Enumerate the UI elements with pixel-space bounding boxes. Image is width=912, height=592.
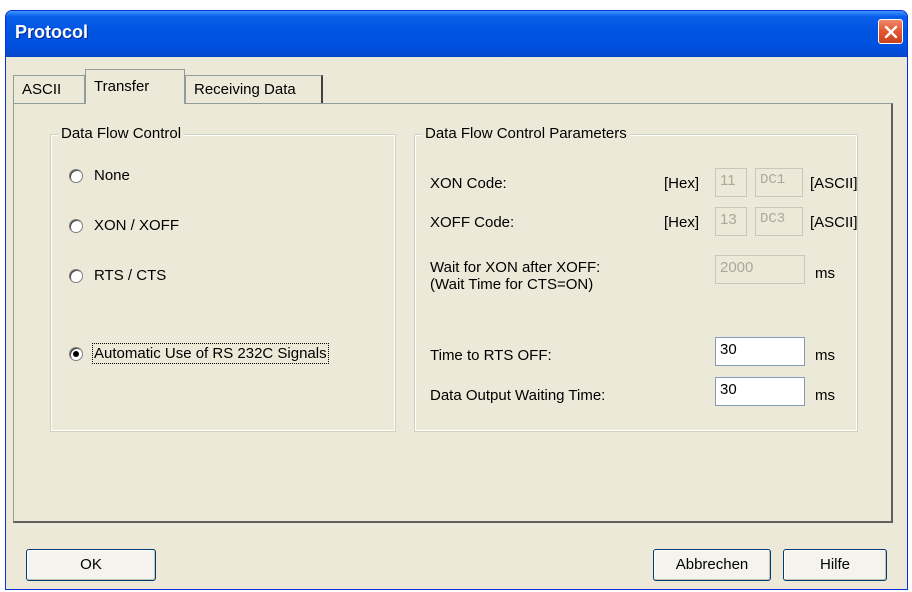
- output-wait-unit: ms: [815, 387, 835, 404]
- title-bar[interactable]: Protocol: [6, 11, 907, 57]
- radio-automatic-rs232c-indicator[interactable]: [69, 347, 83, 361]
- tab-strip: ASCII Transfer Receiving Data: [13, 69, 893, 104]
- data-flow-control-legend: Data Flow Control: [58, 125, 185, 142]
- wait-xon-field: 2000: [715, 255, 805, 284]
- data-flow-control-group: Data Flow Control None XON / XOFF RTS / …: [50, 125, 396, 432]
- xon-ascii-field: DC1: [755, 168, 803, 197]
- radio-rts-cts-label[interactable]: RTS / CTS: [94, 267, 166, 284]
- data-flow-control-parameters-group: Data Flow Control Parameters XON Code: […: [414, 125, 858, 432]
- radio-xon-xoff-indicator[interactable]: [69, 219, 83, 233]
- close-button[interactable]: [878, 19, 903, 44]
- help-button[interactable]: Hilfe: [783, 549, 887, 581]
- cancel-button[interactable]: Abbrechen: [653, 549, 771, 581]
- tab-transfer[interactable]: Transfer: [85, 69, 185, 104]
- ok-button[interactable]: OK: [26, 549, 156, 581]
- protocol-dialog: Protocol ASCII Transfer Receiving Data D…: [5, 10, 908, 590]
- output-wait-input[interactable]: 30: [715, 377, 805, 406]
- rts-off-unit: ms: [815, 347, 835, 364]
- rts-off-label: Time to RTS OFF:: [430, 347, 552, 364]
- tab-receiving-data[interactable]: Receiving Data: [185, 75, 323, 103]
- xon-ascii-label: [ASCII]: [810, 175, 858, 192]
- xoff-hex-field: 13: [715, 207, 747, 236]
- xoff-code-label: XOFF Code:: [430, 214, 515, 231]
- tab-ascii[interactable]: ASCII: [13, 75, 85, 103]
- radio-xon-xoff-label[interactable]: XON / XOFF: [94, 217, 179, 234]
- output-wait-label: Data Output Waiting Time:: [430, 387, 606, 404]
- radio-automatic-rs232c-label[interactable]: Automatic Use of RS 232C Signals: [92, 343, 329, 364]
- wait-xon-unit: ms: [815, 265, 835, 282]
- xon-hex-label: [Hex]: [664, 175, 700, 192]
- xoff-hex-label: [Hex]: [664, 214, 700, 231]
- xoff-ascii-label: [ASCII]: [810, 214, 858, 231]
- wait-xon-label: Wait for XON after XOFF:: [430, 259, 601, 276]
- xon-code-label: XON Code:: [430, 175, 507, 192]
- radio-none-indicator[interactable]: [69, 169, 83, 183]
- close-icon: [884, 25, 898, 39]
- xoff-ascii-field: DC3: [755, 207, 803, 236]
- rts-off-input[interactable]: 30: [715, 337, 805, 366]
- data-flow-control-parameters-legend: Data Flow Control Parameters: [422, 125, 630, 142]
- radio-rts-cts-indicator[interactable]: [69, 269, 83, 283]
- transfer-tab-panel: Data Flow Control None XON / XOFF RTS / …: [13, 103, 893, 523]
- radio-none-label[interactable]: None: [94, 167, 130, 184]
- wait-cts-label: (Wait Time for CTS=ON): [430, 276, 594, 293]
- window-title: Protocol: [15, 22, 89, 42]
- xon-hex-field: 11: [715, 168, 747, 197]
